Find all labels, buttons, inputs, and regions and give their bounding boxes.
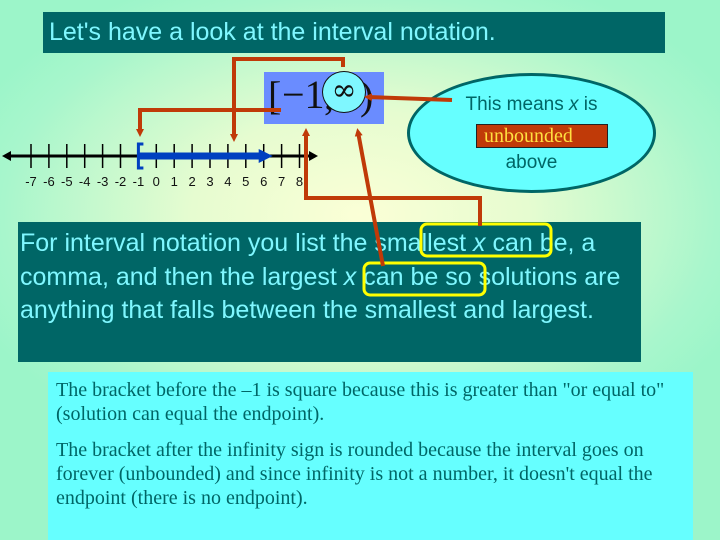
tick-label: -3 bbox=[97, 174, 109, 189]
tick-label: -4 bbox=[79, 174, 91, 189]
largest-x-highlight-box bbox=[362, 261, 487, 297]
tick-label: -6 bbox=[43, 174, 55, 189]
tick-label: 8 bbox=[296, 174, 303, 189]
tick-label: 3 bbox=[206, 174, 213, 189]
pointer-arrows bbox=[136, 57, 482, 267]
arrow-callout-to-infinity bbox=[364, 93, 453, 102]
number-line: -7 -6 -5 -4 -3 -2 -1 0 1 2 3 4 5 6 7 8 bbox=[2, 142, 318, 189]
tick-label: -7 bbox=[25, 174, 37, 189]
tick-label: -2 bbox=[115, 174, 127, 189]
arrow-smallest-to-bracket bbox=[302, 128, 482, 226]
tick-label: -5 bbox=[61, 174, 73, 189]
tick-label: 2 bbox=[188, 174, 195, 189]
tick-label: -1 bbox=[133, 174, 145, 189]
tick-label: 5 bbox=[242, 174, 249, 189]
tick-label: 0 bbox=[153, 174, 160, 189]
arrow-bracket-to-endpoint bbox=[136, 108, 281, 137]
right-arrow-head bbox=[309, 151, 318, 161]
tick-label: 4 bbox=[224, 174, 231, 189]
number-line-and-arrows: -7 -6 -5 -4 -3 -2 -1 0 1 2 3 4 5 6 7 8 bbox=[2, 57, 553, 297]
tick-label: 7 bbox=[278, 174, 285, 189]
tick-label: 1 bbox=[171, 174, 178, 189]
smallest-x-highlight-box bbox=[419, 222, 553, 258]
left-arrow-head bbox=[2, 151, 11, 161]
arrow-infinity-to-line bbox=[230, 57, 345, 142]
tick-label: 6 bbox=[260, 174, 267, 189]
